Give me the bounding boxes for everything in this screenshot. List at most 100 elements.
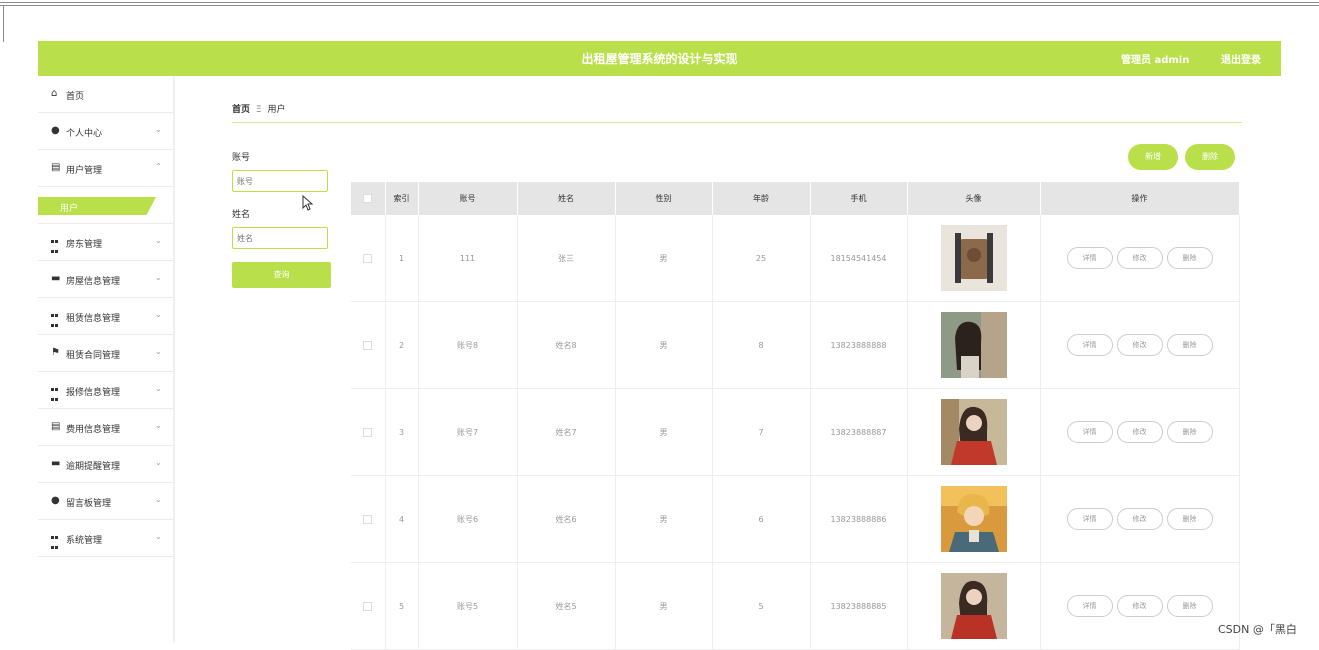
delete-button[interactable]: 删除 [1166, 421, 1213, 443]
cell-name: 姓名8 [517, 301, 616, 389]
sidebar-item-user-management[interactable]: ▤ 用户管理 ⌃ [38, 150, 173, 187]
cell-age: 6 [712, 475, 811, 563]
chevron-down-icon: ⌄ [155, 532, 162, 541]
row-checkbox[interactable] [363, 340, 373, 350]
admin-user-label: 管理员 admin [1121, 55, 1190, 66]
delete-button[interactable]: 删除 [1166, 334, 1213, 356]
account-search-input[interactable] [232, 170, 328, 192]
delete-selected-button[interactable]: 删除 [1185, 144, 1235, 170]
column-header-actions: 操作 [1040, 182, 1240, 215]
sidebar-item-system[interactable]: 系统管理 ⌄ [38, 520, 173, 557]
cell-name: 姓名5 [517, 562, 616, 650]
delete-button[interactable]: 删除 [1166, 595, 1213, 617]
sidebar-item-label: 房屋信息管理 [66, 277, 121, 287]
chevron-up-icon: ⌃ [155, 162, 162, 171]
cell-account: 账号7 [418, 388, 518, 476]
column-header-phone: 手机 [810, 182, 908, 215]
sidebar-menu: ⌂ 首页 ● 个人中心 ⌄ ▤ 用户管理 ⌃ 用户 房东管理 ⌄ ▬ 房屋信息管… [38, 76, 175, 643]
detail-button[interactable]: 详情 [1066, 334, 1113, 356]
select-all-cell[interactable] [351, 182, 386, 215]
top-header-bar: 出租屋管理系统的设计与实现 管理员 admin 退出登录 [38, 41, 1281, 76]
logout-link[interactable]: 退出登录 [1221, 51, 1261, 66]
column-header-gender: 性别 [615, 182, 713, 215]
avatar-image [940, 399, 1007, 465]
sidebar-item-personal-center[interactable]: ● 个人中心 ⌄ [38, 113, 173, 150]
detail-button[interactable]: 详情 [1066, 595, 1113, 617]
sidebar-item-label: 租赁信息管理 [66, 314, 121, 324]
sidebar-item-repair-info[interactable]: 报修信息管理 ⌄ [38, 372, 173, 409]
delete-button[interactable]: 删除 [1166, 508, 1213, 530]
add-button[interactable]: 新增 [1128, 144, 1178, 170]
edit-button[interactable]: 修改 [1116, 247, 1163, 269]
breadcrumb-current: 用户 [267, 105, 286, 115]
sidebar-item-label: 留言板管理 [66, 499, 112, 509]
cell-name: 姓名6 [517, 475, 616, 563]
query-button[interactable]: 查询 [232, 262, 331, 288]
row-checkbox[interactable] [363, 427, 373, 437]
sidebar-item-label: 房东管理 [66, 240, 103, 250]
cell-gender: 男 [615, 388, 713, 476]
user-icon: ● [51, 125, 60, 136]
breadcrumb-home[interactable]: 首页 [232, 105, 250, 115]
avatar-image [940, 225, 1007, 291]
message-icon: ▬ [51, 458, 61, 469]
sidebar-item-landlord[interactable]: 房东管理 ⌄ [38, 224, 173, 261]
table-row: 2 账号8 姓名8 男 8 13823888888 详情 修改 删除 [351, 301, 1240, 389]
row-checkbox[interactable] [363, 253, 373, 263]
home-icon: ⌂ [51, 88, 58, 99]
sidebar-item-house-info[interactable]: ▬ 房屋信息管理 ⌄ [38, 261, 173, 298]
cell-gender: 男 [615, 215, 713, 302]
row-checkbox[interactable] [363, 601, 373, 611]
cell-gender: 男 [615, 301, 713, 389]
table-row: 3 账号7 姓名7 男 7 13823888887 详情 修改 删除 [351, 388, 1240, 476]
detail-button[interactable]: 详情 [1066, 247, 1113, 269]
breadcrumb-divider [232, 122, 1242, 123]
csdn-watermark: CSDN @「黑白 [1218, 623, 1297, 636]
table-row: 5 账号5 姓名5 男 5 13823888885 详情 修改 删除 [351, 562, 1240, 650]
chevron-down-icon: ⌄ [155, 458, 162, 467]
cell-index: 1 [385, 215, 419, 302]
detail-button[interactable]: 详情 [1066, 421, 1113, 443]
cell-age: 5 [712, 562, 811, 650]
cell-gender: 男 [615, 475, 713, 563]
breadcrumb-separator: Ξ [255, 105, 262, 115]
sidebar-item-label: 首页 [66, 92, 85, 102]
edit-button[interactable]: 修改 [1116, 334, 1163, 356]
cell-phone: 18154541454 [810, 215, 908, 302]
edit-button[interactable]: 修改 [1116, 508, 1163, 530]
user-icon: ● [51, 495, 60, 506]
grid-icon [51, 385, 62, 401]
select-all-checkbox[interactable] [363, 194, 373, 203]
edit-button[interactable]: 修改 [1116, 421, 1163, 443]
window-top-border [0, 2, 1319, 3]
name-search-input[interactable] [232, 227, 328, 249]
detail-button[interactable]: 详情 [1066, 508, 1113, 530]
cell-name: 姓名7 [517, 388, 616, 476]
user-table: 索引 账号 姓名 性别 年龄 手机 头像 操作 1 111 张三 男 25 18… [351, 182, 1240, 650]
sidebar-item-fee-info[interactable]: ▤ 费用信息管理 ⌄ [38, 409, 173, 446]
cell-account: 111 [418, 215, 518, 302]
delete-button[interactable]: 删除 [1166, 247, 1213, 269]
app-title: 出租屋管理系统的设计与实现 [581, 52, 738, 66]
sidebar-item-rental-contract[interactable]: ⚑ 租赁合同管理 ⌄ [38, 335, 173, 372]
cell-gender: 男 [615, 562, 713, 650]
name-label: 姓名 [232, 210, 251, 220]
cell-phone: 13823888887 [810, 388, 908, 476]
cell-phone: 13823888885 [810, 562, 908, 650]
sidebar-item-label: 费用信息管理 [66, 425, 121, 435]
document-icon: ▤ [51, 421, 61, 432]
sidebar-item-label: 个人中心 [66, 129, 103, 139]
row-checkbox[interactable] [363, 514, 373, 524]
sidebar-item-message-board[interactable]: ● 留言板管理 ⌄ [38, 483, 173, 520]
chevron-down-icon: ⌄ [155, 273, 162, 282]
sidebar-item-label: 租赁合同管理 [66, 351, 121, 361]
sidebar-item-rental-info[interactable]: 租赁信息管理 ⌄ [38, 298, 173, 335]
sidebar-subitem-user[interactable]: 用户 [38, 187, 173, 224]
edit-button[interactable]: 修改 [1116, 595, 1163, 617]
cell-phone: 13823888886 [810, 475, 908, 563]
grid-icon [51, 311, 62, 327]
avatar-image [940, 573, 1007, 639]
sidebar-item-home[interactable]: ⌂ 首页 [38, 76, 173, 113]
sidebar-item-overdue-reminder[interactable]: ▬ 逾期提醒管理 ⌄ [38, 446, 173, 483]
cell-index: 4 [385, 475, 419, 563]
